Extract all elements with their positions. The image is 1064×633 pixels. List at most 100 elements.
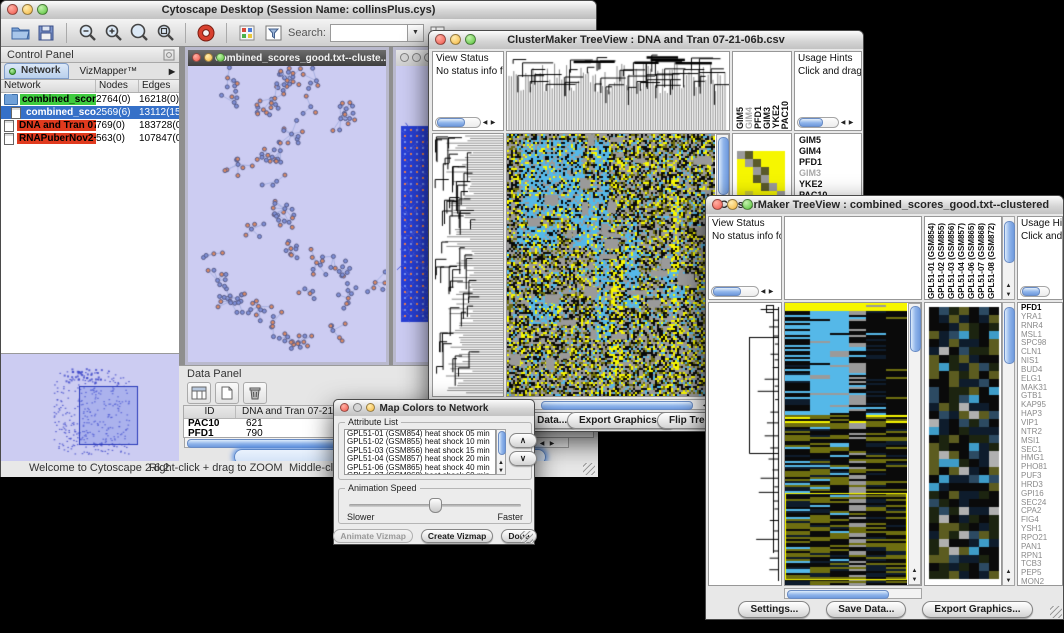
scrollbar-thumb[interactable] (910, 306, 921, 352)
scrollbar-thumb[interactable] (1004, 221, 1015, 263)
gene-label[interactable]: VIP1 (1021, 419, 1062, 428)
treeview1-titlebar[interactable]: ClusterMaker TreeView : DNA and Tran 07-… (429, 31, 863, 50)
gene-label[interactable]: GIM5 (799, 135, 861, 146)
scroll-up-icon[interactable] (1003, 283, 1014, 289)
control-panel-float-icon[interactable] (163, 49, 175, 61)
column-label[interactable]: GPL51-07 (GSM868) (977, 223, 987, 299)
scroll-right-icon[interactable] (847, 118, 855, 128)
row-dendrogram-canvas[interactable] (709, 303, 781, 585)
gene-label[interactable]: HAP3 (1021, 410, 1062, 419)
column-label[interactable]: GPL51-04 (GSM857) (957, 223, 967, 299)
column-header-nodes[interactable]: Nodes (96, 80, 139, 92)
zoom-in-icon[interactable] (102, 22, 124, 44)
minimize-button[interactable] (412, 53, 421, 62)
tv1-hscrollbar[interactable] (506, 399, 730, 410)
gene-label[interactable]: YRA1 (1021, 313, 1062, 322)
gene-label[interactable]: GTB1 (1021, 392, 1062, 401)
attribute-listbox[interactable]: GPL51-01 (GSM854) heat shock 05 minGPL51… (344, 429, 496, 475)
zoom-out-icon[interactable] (76, 22, 98, 44)
gene-label[interactable]: MSL1 (1021, 331, 1062, 340)
gene-label[interactable]: HRD3 (1021, 481, 1062, 490)
gene-label[interactable]: MSI1 (1021, 437, 1062, 446)
gene-label[interactable]: YSH1 (1021, 525, 1062, 534)
gene-label[interactable]: CLN1 (1021, 348, 1062, 357)
new-attribute-icon[interactable] (215, 382, 239, 404)
minimize-button[interactable] (353, 403, 362, 412)
scroll-up-icon[interactable] (497, 460, 505, 466)
filter-icon[interactable] (262, 22, 284, 44)
tv2-row-dendrogram[interactable] (708, 302, 782, 586)
scroll-left-icon[interactable] (759, 287, 767, 297)
column-label[interactable]: GPL51-01 (GSM854) (927, 223, 937, 299)
scrollbar-thumb[interactable] (541, 401, 693, 410)
zoom-button[interactable] (366, 403, 375, 412)
scrollbar-thumb[interactable] (1022, 287, 1040, 296)
zoom-fit-icon[interactable] (128, 22, 150, 44)
column-label[interactable]: GPL51-08 (GSM872) (987, 223, 997, 299)
search-combobox[interactable] (330, 24, 424, 42)
scrollbar-thumb[interactable] (437, 118, 465, 127)
column-label[interactable]: GPL51-02 (GSM855) (937, 223, 947, 299)
birdseye-canvas[interactable] (1, 354, 177, 460)
selected-columns-heatmap-canvas[interactable] (927, 305, 1001, 583)
scroll-up-icon[interactable] (1003, 569, 1014, 575)
gene-label[interactable]: PAN1 (1021, 543, 1062, 552)
scrollbar-thumb[interactable] (1004, 307, 1015, 364)
minimize-button[interactable] (450, 34, 461, 45)
tv1-status-scrollbar[interactable] (435, 117, 497, 128)
scroll-up-icon[interactable] (909, 568, 920, 574)
delete-attribute-icon[interactable] (243, 382, 267, 404)
column-header-edges[interactable]: Edges (139, 80, 179, 92)
network-row[interactable]: combined_sco2569(6)13112(15) (1, 106, 179, 119)
scroll-left-icon[interactable] (839, 118, 847, 128)
scroll-left-icon[interactable] (481, 118, 489, 128)
tv1-column-dendrogram[interactable] (506, 51, 730, 131)
close-button[interactable] (7, 4, 18, 15)
heatmap-canvas[interactable] (507, 134, 715, 396)
resize-grip[interactable] (521, 531, 533, 543)
tab-network[interactable]: Network (4, 63, 69, 79)
gene-label[interactable]: PFD1 (799, 157, 861, 168)
gene-label[interactable]: PEP5 (1021, 569, 1062, 578)
scrollbar-thumb[interactable] (718, 137, 729, 195)
scrollbar-thumb[interactable] (787, 590, 889, 599)
tv2-hscrollbar[interactable] (784, 588, 922, 599)
column-label[interactable]: GPL51-03 (GSM856) (947, 223, 957, 299)
zoom-button[interactable] (742, 199, 753, 210)
column-dendrogram-canvas[interactable] (507, 52, 729, 130)
column-header-network[interactable]: Network (1, 80, 96, 92)
birdseye-view[interactable] (1, 353, 179, 462)
dialog-titlebar[interactable]: Map Colors to Network (334, 400, 534, 417)
tv2-status-scrollbar[interactable] (711, 286, 775, 297)
move-up-button[interactable]: ∧ (509, 433, 537, 448)
tv2-genelist-vscrollbar[interactable] (1002, 302, 1015, 586)
tv1-row-dendrogram[interactable] (432, 133, 504, 397)
scroll-down-icon[interactable] (1003, 578, 1014, 584)
heatmap-canvas[interactable] (785, 303, 907, 585)
resize-grip[interactable] (1050, 606, 1062, 618)
close-button[interactable] (340, 403, 349, 412)
minimize-button[interactable] (204, 53, 213, 62)
close-button[interactable] (400, 53, 409, 62)
scroll-right-icon[interactable] (489, 118, 497, 128)
gene-label[interactable]: PHO81 (1021, 463, 1062, 472)
gene-label[interactable]: PUF3 (1021, 472, 1062, 481)
row-dendrogram-canvas[interactable] (433, 134, 503, 396)
gene-label[interactable]: YKE2 (799, 179, 861, 190)
move-down-button[interactable]: ∨ (509, 451, 537, 466)
zoom-button[interactable] (37, 4, 48, 15)
scroll-right-icon[interactable] (548, 439, 556, 449)
network-row[interactable]: DNA and Tran 07769(0)183728(0) (1, 119, 179, 132)
vizmapper-icon[interactable] (236, 22, 258, 44)
gene-label[interactable]: CPA2 (1021, 507, 1062, 516)
gene-label[interactable]: BUD4 (1021, 366, 1062, 375)
search-dropdown-icon[interactable] (408, 24, 424, 42)
search-input[interactable] (330, 24, 408, 42)
gene-label[interactable]: SPC98 (1021, 339, 1062, 348)
gene-label[interactable]: NTR2 (1021, 428, 1062, 437)
scroll-down-icon[interactable] (497, 468, 505, 474)
gene-label[interactable]: NIS1 (1021, 357, 1062, 366)
scrollbar-thumb[interactable] (713, 287, 741, 296)
speed-slider-thumb[interactable] (429, 498, 442, 513)
gene-label[interactable]: RPO21 (1021, 534, 1062, 543)
